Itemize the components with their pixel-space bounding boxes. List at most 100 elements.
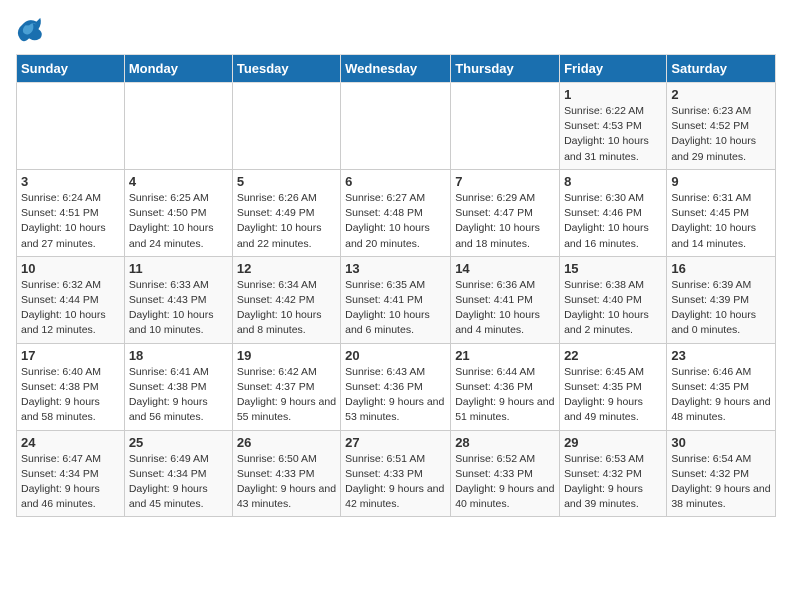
- calendar-cell: [124, 83, 232, 170]
- calendar-cell: 14 Sunrise: 6:36 AM Sunset: 4:41 PM Dayli…: [451, 256, 560, 343]
- day-info: Sunrise: 6:32 AM Sunset: 4:44 PM Dayligh…: [21, 278, 120, 339]
- day-info: Sunrise: 6:50 AM Sunset: 4:33 PM Dayligh…: [237, 452, 336, 513]
- day-number: 26: [237, 435, 336, 450]
- day-info: Sunrise: 6:40 AM Sunset: 4:38 PM Dayligh…: [21, 365, 120, 426]
- day-number: 13: [345, 261, 446, 276]
- calendar-cell: 29 Sunrise: 6:53 AM Sunset: 4:32 PM Dayli…: [560, 430, 667, 517]
- day-number: 21: [455, 348, 555, 363]
- day-info: Sunrise: 6:41 AM Sunset: 4:38 PM Dayligh…: [129, 365, 228, 426]
- calendar-cell: 24 Sunrise: 6:47 AM Sunset: 4:34 PM Dayli…: [17, 430, 125, 517]
- day-info: Sunrise: 6:53 AM Sunset: 4:32 PM Dayligh…: [564, 452, 662, 513]
- calendar-cell: 26 Sunrise: 6:50 AM Sunset: 4:33 PM Dayli…: [232, 430, 340, 517]
- day-info: Sunrise: 6:34 AM Sunset: 4:42 PM Dayligh…: [237, 278, 336, 339]
- day-header-wednesday: Wednesday: [341, 55, 451, 83]
- calendar-cell: 28Sunrise: 6:52 AM Sunset: 4:33 PM Dayli…: [451, 430, 560, 517]
- day-number: 3: [21, 174, 120, 189]
- calendar-cell: 8 Sunrise: 6:30 AM Sunset: 4:46 PM Daylig…: [560, 169, 667, 256]
- day-number: 22: [564, 348, 662, 363]
- day-number: 17: [21, 348, 120, 363]
- day-header-sunday: Sunday: [17, 55, 125, 83]
- day-header-friday: Friday: [560, 55, 667, 83]
- calendar-cell: 16 Sunrise: 6:39 AM Sunset: 4:39 PM Dayli…: [667, 256, 776, 343]
- day-number: 5: [237, 174, 336, 189]
- day-info: Sunrise: 6:46 AM Sunset: 4:35 PM Dayligh…: [671, 365, 771, 426]
- calendar-cell: [232, 83, 340, 170]
- day-info: Sunrise: 6:35 AM Sunset: 4:41 PM Dayligh…: [345, 278, 446, 339]
- day-info: Sunrise: 6:25 AM Sunset: 4:50 PM Dayligh…: [129, 191, 228, 252]
- day-info: Sunrise: 6:47 AM Sunset: 4:34 PM Dayligh…: [21, 452, 120, 513]
- day-info: Sunrise: 6:51 AM Sunset: 4:33 PM Dayligh…: [345, 452, 446, 513]
- calendar-cell: 18 Sunrise: 6:41 AM Sunset: 4:38 PM Dayli…: [124, 343, 232, 430]
- calendar-cell: 9 Sunrise: 6:31 AM Sunset: 4:45 PM Daylig…: [667, 169, 776, 256]
- day-info: Sunrise: 6:44 AM Sunset: 4:36 PM Dayligh…: [455, 365, 555, 426]
- day-header-tuesday: Tuesday: [232, 55, 340, 83]
- calendar-cell: 10Sunrise: 6:32 AM Sunset: 4:44 PM Dayli…: [17, 256, 125, 343]
- day-number: 16: [671, 261, 771, 276]
- day-number: 29: [564, 435, 662, 450]
- day-number: 9: [671, 174, 771, 189]
- calendar-cell: [17, 83, 125, 170]
- calendar-cell: 3 Sunrise: 6:24 AM Sunset: 4:51 PM Daylig…: [17, 169, 125, 256]
- day-info: Sunrise: 6:31 AM Sunset: 4:45 PM Dayligh…: [671, 191, 771, 252]
- calendar-cell: 17 Sunrise: 6:40 AM Sunset: 4:38 PM Dayli…: [17, 343, 125, 430]
- day-number: 1: [564, 87, 662, 102]
- day-info: Sunrise: 6:24 AM Sunset: 4:51 PM Dayligh…: [21, 191, 120, 252]
- day-info: Sunrise: 6:23 AM Sunset: 4:52 PM Dayligh…: [671, 104, 771, 165]
- day-number: 2: [671, 87, 771, 102]
- calendar-cell: 27 Sunrise: 6:51 AM Sunset: 4:33 PM Dayli…: [341, 430, 451, 517]
- calendar-week-row: 24 Sunrise: 6:47 AM Sunset: 4:34 PM Dayli…: [17, 430, 776, 517]
- day-number: 27: [345, 435, 446, 450]
- day-number: 24: [21, 435, 120, 450]
- calendar-header-row: SundayMondayTuesdayWednesdayThursdayFrid…: [17, 55, 776, 83]
- calendar-cell: 22Sunrise: 6:45 AM Sunset: 4:35 PM Dayli…: [560, 343, 667, 430]
- day-number: 8: [564, 174, 662, 189]
- day-info: Sunrise: 6:36 AM Sunset: 4:41 PM Dayligh…: [455, 278, 555, 339]
- calendar-cell: [451, 83, 560, 170]
- day-info: Sunrise: 6:33 AM Sunset: 4:43 PM Dayligh…: [129, 278, 228, 339]
- day-info: Sunrise: 6:30 AM Sunset: 4:46 PM Dayligh…: [564, 191, 662, 252]
- day-number: 4: [129, 174, 228, 189]
- day-number: 7: [455, 174, 555, 189]
- calendar-table: SundayMondayTuesdayWednesdayThursdayFrid…: [16, 54, 776, 517]
- day-info: Sunrise: 6:43 AM Sunset: 4:36 PM Dayligh…: [345, 365, 446, 426]
- day-number: 30: [671, 435, 771, 450]
- calendar-cell: 23 Sunrise: 6:46 AM Sunset: 4:35 PM Dayli…: [667, 343, 776, 430]
- day-header-saturday: Saturday: [667, 55, 776, 83]
- day-info: Sunrise: 6:54 AM Sunset: 4:32 PM Dayligh…: [671, 452, 771, 513]
- calendar-week-row: 1Sunrise: 6:22 AM Sunset: 4:53 PM Daylig…: [17, 83, 776, 170]
- calendar-cell: 13 Sunrise: 6:35 AM Sunset: 4:41 PM Dayli…: [341, 256, 451, 343]
- day-info: Sunrise: 6:29 AM Sunset: 4:47 PM Dayligh…: [455, 191, 555, 252]
- calendar-cell: 30 Sunrise: 6:54 AM Sunset: 4:32 PM Dayli…: [667, 430, 776, 517]
- logo: [16, 16, 48, 44]
- day-info: Sunrise: 6:42 AM Sunset: 4:37 PM Dayligh…: [237, 365, 336, 426]
- day-info: Sunrise: 6:49 AM Sunset: 4:34 PM Dayligh…: [129, 452, 228, 513]
- calendar-cell: 2 Sunrise: 6:23 AM Sunset: 4:52 PM Daylig…: [667, 83, 776, 170]
- day-info: Sunrise: 6:26 AM Sunset: 4:49 PM Dayligh…: [237, 191, 336, 252]
- day-number: 20: [345, 348, 446, 363]
- day-number: 23: [671, 348, 771, 363]
- day-number: 25: [129, 435, 228, 450]
- calendar-cell: 7 Sunrise: 6:29 AM Sunset: 4:47 PM Daylig…: [451, 169, 560, 256]
- day-number: 12: [237, 261, 336, 276]
- calendar-cell: 5 Sunrise: 6:26 AM Sunset: 4:49 PM Daylig…: [232, 169, 340, 256]
- day-number: 14: [455, 261, 555, 276]
- day-header-thursday: Thursday: [451, 55, 560, 83]
- calendar-cell: 15 Sunrise: 6:38 AM Sunset: 4:40 PM Dayli…: [560, 256, 667, 343]
- calendar-cell: 4 Sunrise: 6:25 AM Sunset: 4:50 PM Daylig…: [124, 169, 232, 256]
- calendar-cell: [341, 83, 451, 170]
- page-header: [16, 16, 776, 44]
- day-number: 11: [129, 261, 228, 276]
- day-number: 15: [564, 261, 662, 276]
- calendar-week-row: 3 Sunrise: 6:24 AM Sunset: 4:51 PM Daylig…: [17, 169, 776, 256]
- day-info: Sunrise: 6:52 AM Sunset: 4:33 PM Dayligh…: [455, 452, 555, 513]
- day-number: 18: [129, 348, 228, 363]
- calendar-cell: 11 Sunrise: 6:33 AM Sunset: 4:43 PM Dayli…: [124, 256, 232, 343]
- calendar-cell: 1Sunrise: 6:22 AM Sunset: 4:53 PM Daylig…: [560, 83, 667, 170]
- day-info: Sunrise: 6:38 AM Sunset: 4:40 PM Dayligh…: [564, 278, 662, 339]
- day-info: Sunrise: 6:39 AM Sunset: 4:39 PM Dayligh…: [671, 278, 771, 339]
- calendar-week-row: 10Sunrise: 6:32 AM Sunset: 4:44 PM Dayli…: [17, 256, 776, 343]
- logo-icon: [16, 16, 44, 44]
- calendar-cell: 20 Sunrise: 6:43 AM Sunset: 4:36 PM Dayli…: [341, 343, 451, 430]
- calendar-cell: 19Sunrise: 6:42 AM Sunset: 4:37 PM Dayli…: [232, 343, 340, 430]
- calendar-cell: 21 Sunrise: 6:44 AM Sunset: 4:36 PM Dayli…: [451, 343, 560, 430]
